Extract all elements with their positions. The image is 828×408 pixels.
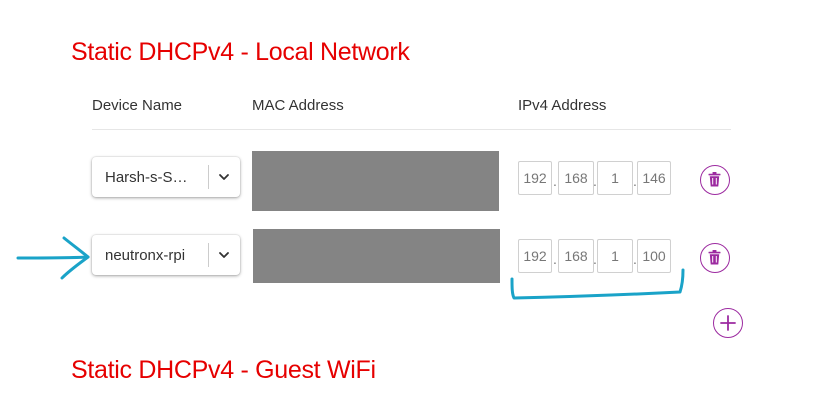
header-divider [92, 129, 731, 130]
trash-icon [708, 250, 721, 265]
table-row: neutronx-rpi 192 . 168 . 1 . 100 [0, 229, 828, 289]
trash-icon [708, 172, 721, 187]
delete-row-button[interactable] [700, 243, 730, 273]
chevron-down-icon [219, 174, 229, 180]
ipv4-octet-3-input[interactable]: 1 [597, 161, 633, 195]
section-title-local-network: Static DHCPv4 - Local Network [71, 38, 410, 66]
column-header-ipv4-address: IPv4 Address [518, 97, 607, 114]
section-title-guest-wifi: Static DHCPv4 - Guest WiFi [71, 356, 376, 384]
device-name-value: neutronx-rpi [105, 247, 186, 264]
select-separator [208, 243, 209, 267]
column-header-mac-address: MAC Address [252, 97, 344, 114]
ipv4-dot: . [553, 173, 557, 189]
ipv4-octet-4-input[interactable]: 100 [637, 239, 671, 273]
ipv4-octet-2-input[interactable]: 168 [558, 239, 594, 273]
ipv4-octet-1-input[interactable]: 192 [518, 239, 552, 273]
device-name-select[interactable]: Harsh-s-S… [92, 157, 240, 197]
select-separator [208, 165, 209, 189]
plus-icon [720, 315, 736, 331]
delete-row-button[interactable] [700, 165, 730, 195]
ipv4-octet-3-input[interactable]: 1 [597, 239, 633, 273]
ipv4-octet-1-input[interactable]: 192 [518, 161, 552, 195]
page: Static DHCPv4 - Local Network Device Nam… [0, 0, 828, 408]
ipv4-octet-4-input[interactable]: 146 [637, 161, 671, 195]
ipv4-dot: . [553, 251, 557, 267]
mac-address-redacted [253, 229, 500, 283]
chevron-down-icon [219, 252, 229, 258]
mac-address-redacted [252, 151, 499, 211]
device-name-select[interactable]: neutronx-rpi [92, 235, 240, 275]
table-row: Harsh-s-S… 192 . 168 . 1 . 146 [0, 151, 828, 211]
device-name-value: Harsh-s-S… [105, 169, 188, 186]
add-row-button[interactable] [713, 308, 743, 338]
column-header-device-name: Device Name [92, 97, 183, 114]
ipv4-octet-2-input[interactable]: 168 [558, 161, 594, 195]
